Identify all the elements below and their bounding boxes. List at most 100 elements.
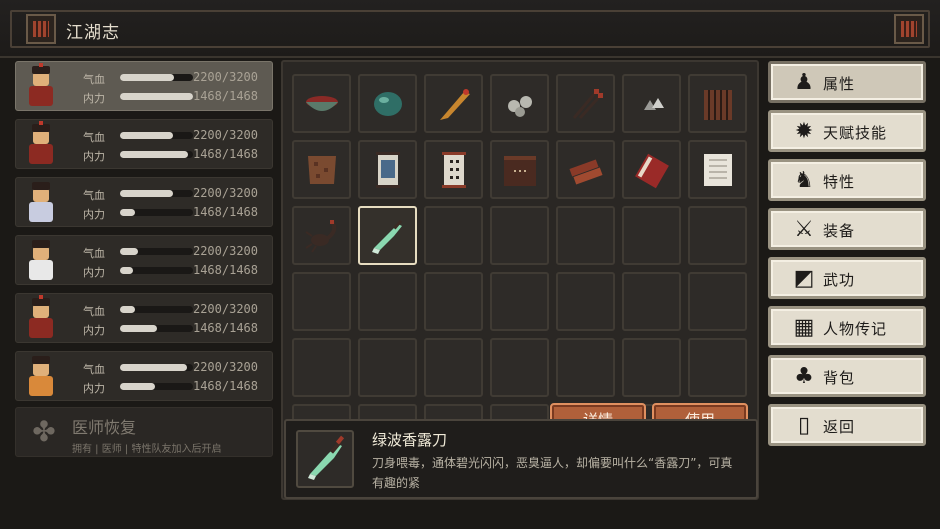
- party-member-card[interactable]: 气血 2200/3200 内力 1468/1468: [15, 293, 273, 343]
- hp-label: 气血: [83, 363, 105, 376]
- inventory-slot[interactable]: [556, 272, 615, 331]
- inventory-slot[interactable]: [490, 140, 549, 199]
- inventory-slot[interactable]: [688, 74, 747, 133]
- inventory-slot[interactable]: [622, 206, 681, 265]
- mp-bar: [120, 325, 193, 332]
- fur-icon: [302, 150, 342, 190]
- inventory-slot[interactable]: [424, 206, 483, 265]
- menu-item-label: 天赋技能: [823, 124, 888, 142]
- inventory-slot[interactable]: [358, 338, 417, 397]
- menu-item[interactable]: ✹ 天赋技能: [768, 110, 926, 152]
- inventory-slot[interactable]: [622, 272, 681, 331]
- inventory-slot[interactable]: [424, 74, 483, 133]
- chest-icon: [500, 150, 540, 190]
- mp-value: 1468/1468: [192, 379, 258, 393]
- inventory-slot[interactable]: [556, 74, 615, 133]
- mp-value: 1468/1468: [192, 263, 258, 277]
- portrait-icon: [24, 240, 58, 282]
- mp-label: 内力: [83, 150, 105, 163]
- jade-icon: [368, 84, 408, 124]
- doctor-recovery-card[interactable]: ✤ 医师恢复 拥有 | 医师 | 特性队友加入后开启: [15, 407, 273, 457]
- party-member-card[interactable]: 气血 2200/3200 内力 1468/1468: [15, 177, 273, 227]
- mp-value: 1468/1468: [192, 89, 258, 103]
- menu-item-label: 特性: [823, 173, 856, 191]
- party-member-card[interactable]: 气血 2200/3200 内力 1468/1468: [15, 235, 273, 285]
- inventory-slot[interactable]: [292, 140, 351, 199]
- inventory-slot[interactable]: [622, 338, 681, 397]
- inventory-slot[interactable]: [424, 338, 483, 397]
- inventory-slot[interactable]: [556, 140, 615, 199]
- inventory-slot[interactable]: [490, 206, 549, 265]
- menu-item[interactable]: ◩ 武功: [768, 257, 926, 299]
- feather-icon: [434, 84, 474, 124]
- bag-icon: ♣: [794, 364, 814, 389]
- mp-bar: [120, 383, 193, 390]
- menu-item[interactable]: ⚔ 装备: [768, 208, 926, 250]
- scroll-dice-icon: [434, 150, 474, 190]
- title-frame: [10, 10, 930, 48]
- cage-icon: [698, 84, 738, 124]
- inventory-slot[interactable]: [688, 272, 747, 331]
- mp-bar: [120, 209, 193, 216]
- inventory-slot[interactable]: [622, 140, 681, 199]
- mp-bar: [120, 267, 193, 274]
- inventory-slot[interactable]: [622, 74, 681, 133]
- menu-item-label: 属性: [823, 75, 856, 93]
- biography-icon: ▦: [793, 315, 815, 340]
- inventory-slot[interactable]: [556, 338, 615, 397]
- detail-item-description: 刀身喂毒，通体碧光闪闪，恶臭逼人，却偏要叫什么“香露刀”，可真有趣的紧: [372, 456, 733, 490]
- menu-item[interactable]: ♣ 背包: [768, 355, 926, 397]
- scroll-blue-icon: [368, 150, 408, 190]
- hp-value: 2200/3200: [192, 302, 258, 316]
- inventory-slot[interactable]: [688, 338, 747, 397]
- menu-item[interactable]: ▦ 人物传记: [768, 306, 926, 348]
- mp-value: 1468/1468: [192, 321, 258, 335]
- inventory-slot[interactable]: [556, 206, 615, 265]
- inventory-slot[interactable]: [358, 272, 417, 331]
- inventory-slot[interactable]: [490, 74, 549, 133]
- mp-bar: [120, 93, 193, 100]
- inventory-slot[interactable]: [688, 140, 747, 199]
- menu-item[interactable]: ♟ 属性: [768, 61, 926, 103]
- inventory-slot[interactable]: [292, 74, 351, 133]
- hp-value: 2200/3200: [192, 70, 258, 84]
- menu-item-label: 武功: [823, 271, 856, 289]
- scorpion-icon: [302, 216, 342, 256]
- inventory-slot[interactable]: [358, 206, 417, 265]
- hp-value: 2200/3200: [192, 360, 258, 374]
- door-icon: ▯: [797, 413, 811, 438]
- party-member-card[interactable]: 气血 2200/3200 内力 1468/1468: [15, 119, 273, 169]
- doctor-subtitle: 拥有 | 医师 | 特性队友加入后开启: [72, 444, 222, 455]
- sword-icon: ⚔: [794, 217, 814, 242]
- party-member-card[interactable]: 气血 2200/3200 内力 1468/1468: [15, 351, 273, 401]
- title-bar: 江湖志: [0, 0, 940, 58]
- menu-item[interactable]: ♞ 特性: [768, 159, 926, 201]
- detail-item-icon: [296, 430, 354, 488]
- trait-icon: ♞: [794, 168, 814, 193]
- menu-item-label: 背包: [823, 369, 856, 387]
- hp-bar: [120, 248, 193, 255]
- hp-bar: [120, 364, 193, 371]
- inventory-slot[interactable]: [490, 338, 549, 397]
- menu-item-label: 装备: [823, 222, 856, 240]
- mp-label: 内力: [83, 382, 105, 395]
- inventory-slot[interactable]: [292, 206, 351, 265]
- menu-item-label: 返回: [823, 418, 856, 436]
- inventory-slot[interactable]: [424, 272, 483, 331]
- inventory-slot[interactable]: [292, 338, 351, 397]
- inventory-slot[interactable]: [424, 140, 483, 199]
- menu-item[interactable]: ▯ 返回: [768, 404, 926, 446]
- doctor-icon: ✤: [32, 415, 56, 448]
- inventory-slot[interactable]: [358, 140, 417, 199]
- party-member-card[interactable]: 气血 2200/3200 内力 1468/1468: [15, 61, 273, 111]
- inventory-slot[interactable]: [688, 206, 747, 265]
- hp-bar: [120, 74, 193, 81]
- item-detail-panel: 绿波香露刀 刀身喂毒，通体碧光闪闪，恶臭逼人，却偏要叫什么“香露刀”，可真有趣的…: [284, 419, 758, 499]
- portrait-icon: [24, 63, 58, 108]
- talent-icon: ✹: [794, 119, 814, 144]
- caltrops-icon: [632, 84, 672, 124]
- inventory-slot[interactable]: [292, 272, 351, 331]
- inventory-slot[interactable]: [490, 272, 549, 331]
- inventory-slot[interactable]: [358, 74, 417, 133]
- menu-item-label: 人物传记: [823, 320, 888, 338]
